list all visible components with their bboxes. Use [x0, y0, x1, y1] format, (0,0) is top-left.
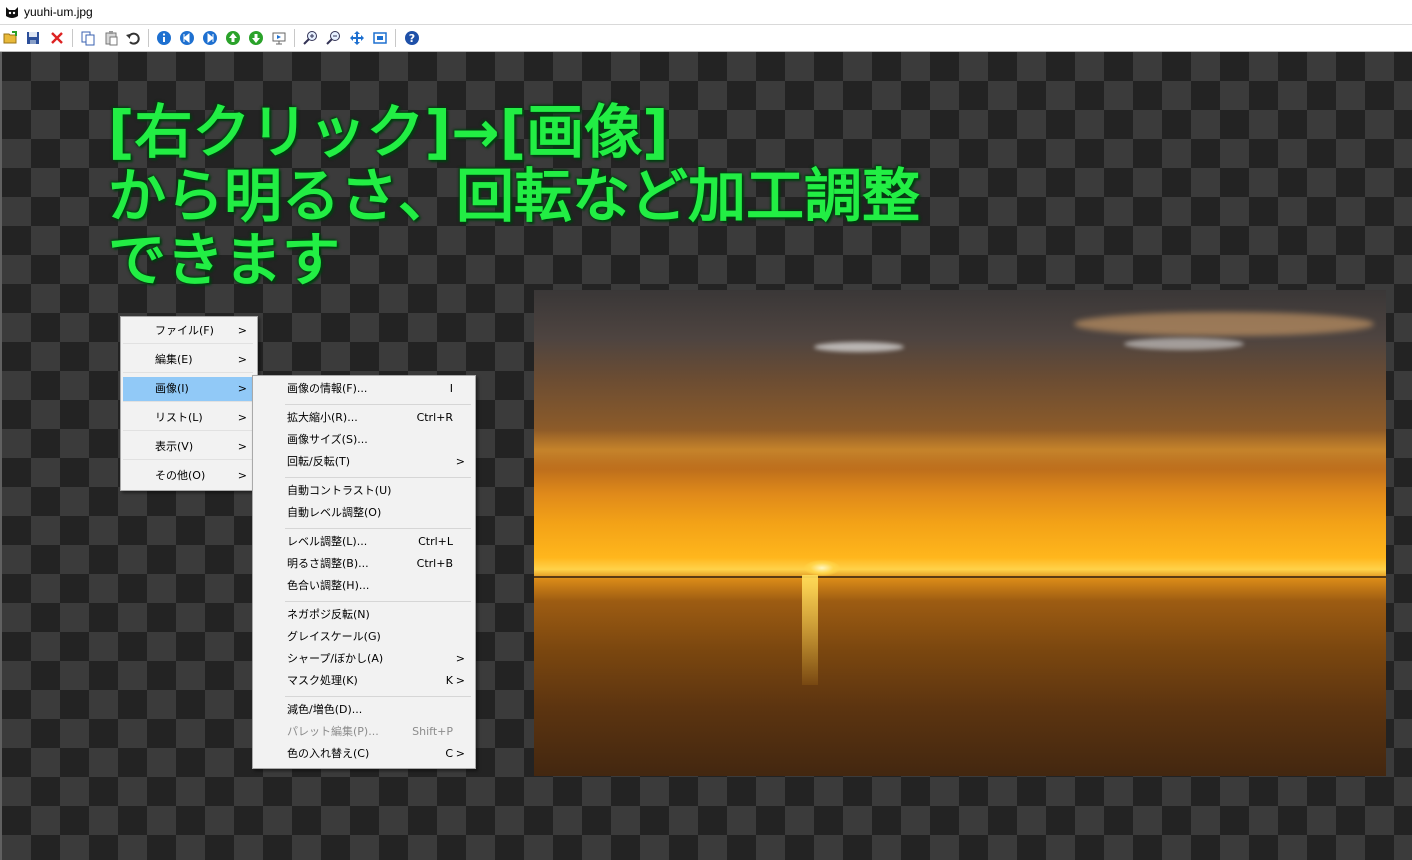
menu-divider — [285, 404, 471, 405]
menu-item-image[interactable]: 画像(I) > — [123, 377, 253, 402]
sun-reflection — [802, 575, 818, 685]
save-icon[interactable] — [24, 29, 42, 47]
submenu-rotate-flip[interactable]: 回転/反転(T) > — [255, 452, 471, 472]
annotation-line-3: できます — [108, 226, 341, 294]
up-icon[interactable] — [224, 29, 242, 47]
horizon-line — [534, 576, 1386, 578]
submenu-grayscale[interactable]: グレイスケール(G) — [255, 627, 471, 647]
submenu-hue[interactable]: 色合い調整(H)... — [255, 576, 471, 596]
fullscreen-icon[interactable] — [371, 29, 389, 47]
toolbar-separator — [395, 29, 396, 47]
submenu-image-size[interactable]: 画像サイズ(S)... — [255, 430, 471, 450]
image-submenu: 画像の情報(F)... I 拡大縮小(R)... Ctrl+R 画像サイズ(S)… — [252, 375, 476, 769]
paste-icon[interactable] — [102, 29, 120, 47]
open-folder-icon[interactable] — [2, 29, 20, 47]
info-icon[interactable] — [155, 29, 173, 47]
menu-item-edit[interactable]: 編集(E) > — [123, 348, 253, 373]
submenu-negative[interactable]: ネガポジ反転(N) — [255, 605, 471, 625]
chevron-right-icon: > — [237, 353, 247, 366]
chevron-right-icon: > — [237, 324, 247, 337]
submenu-resize[interactable]: 拡大縮小(R)... Ctrl+R — [255, 408, 471, 428]
toolbar-separator — [72, 29, 73, 47]
chevron-right-icon: > — [237, 469, 247, 482]
down-icon[interactable] — [247, 29, 265, 47]
cloud — [1074, 312, 1374, 336]
submenu-color-reduce[interactable]: 減色/増色(D)... — [255, 700, 471, 720]
next-icon[interactable] — [201, 29, 219, 47]
undo-icon[interactable] — [124, 29, 142, 47]
chevron-right-icon: > — [237, 382, 247, 395]
chevron-right-icon: > — [237, 411, 247, 424]
sunset-photo — [534, 290, 1386, 776]
chevron-right-icon: > — [455, 455, 465, 468]
zoom-in-icon[interactable] — [302, 29, 320, 47]
fit-icon[interactable] — [348, 29, 366, 47]
menu-divider — [285, 528, 471, 529]
cloud-band — [534, 430, 1386, 470]
chevron-right-icon: > — [455, 674, 465, 687]
chevron-right-icon: > — [455, 652, 465, 665]
svg-text:?: ? — [409, 32, 415, 45]
delete-icon[interactable] — [48, 29, 66, 47]
chevron-right-icon: > — [455, 747, 465, 760]
context-menu: ファイル(F) > 編集(E) > 画像(I) > リスト(L) > 表示(V)… — [120, 316, 258, 491]
submenu-sharpen-blur[interactable]: シャープ/ぼかし(A) > — [255, 649, 471, 669]
submenu-image-info[interactable]: 画像の情報(F)... I — [255, 379, 471, 399]
cat-app-icon — [4, 4, 20, 20]
submenu-level-adjust[interactable]: レベル調整(L)... Ctrl+L — [255, 532, 471, 552]
annotation-line-1: [右クリック]→[画像] — [108, 98, 669, 166]
menu-item-file[interactable]: ファイル(F) > — [123, 319, 253, 344]
toolbar-separator — [294, 29, 295, 47]
annotation-line-2: から明るさ、回転など加工調整 — [108, 162, 921, 230]
annotation-text: [右クリック]→[画像] から明るさ、回転など加工調整 できます — [108, 100, 1008, 292]
cloud — [1124, 338, 1244, 350]
title-bar: yuuhi-um.jpg — [0, 0, 1412, 24]
cloud — [814, 342, 904, 352]
copy-icon[interactable] — [79, 29, 97, 47]
chevron-right-icon: > — [237, 440, 247, 453]
menu-divider — [285, 601, 471, 602]
submenu-auto-contrast[interactable]: 自動コントラスト(U) — [255, 481, 471, 501]
menu-divider — [285, 477, 471, 478]
slideshow-icon[interactable] — [270, 29, 288, 47]
help-icon[interactable]: ? — [403, 29, 421, 47]
submenu-palette-edit: パレット編集(P)... Shift+P — [287, 725, 453, 738]
menu-item-list[interactable]: リスト(L) > — [123, 406, 253, 431]
window-title: yuuhi-um.jpg — [24, 5, 93, 19]
submenu-color-swap[interactable]: 色の入れ替え(C) C > — [255, 744, 471, 764]
submenu-mask[interactable]: マスク処理(K) K > — [255, 671, 471, 691]
toolbar-separator — [148, 29, 149, 47]
submenu-brightness[interactable]: 明るさ調整(B)... Ctrl+B — [255, 554, 471, 574]
sun — [804, 560, 840, 576]
submenu-auto-level[interactable]: 自動レベル調整(O) — [255, 503, 471, 523]
menu-divider — [285, 696, 471, 697]
menu-item-view[interactable]: 表示(V) > — [123, 435, 253, 460]
zoom-out-icon[interactable] — [325, 29, 343, 47]
menu-item-other[interactable]: その他(O) > — [123, 464, 253, 488]
prev-icon[interactable] — [178, 29, 196, 47]
toolbar: ? — [0, 24, 1412, 52]
